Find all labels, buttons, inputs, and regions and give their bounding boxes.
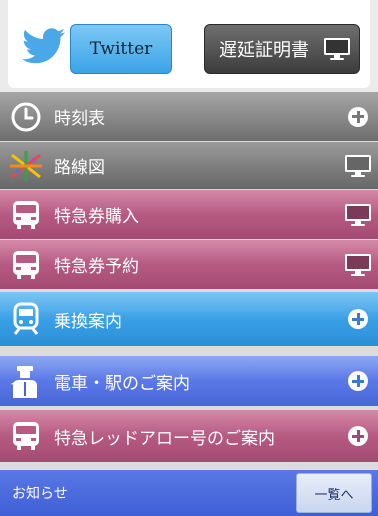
menu-item-label: 特急券購入 [54, 207, 139, 227]
news-bar: お知らせ 一覧へ [0, 470, 378, 516]
view-all-button[interactable]: 一覧へ [296, 473, 372, 513]
menu-item-ticket-purchase[interactable]: 特急券購入 [0, 190, 378, 240]
train-icon [0, 410, 52, 462]
menu-item-label: 乗換案内 [54, 311, 122, 332]
menu-item-transfer-guide[interactable]: 乗換案内 [0, 292, 378, 346]
train-icon [0, 190, 52, 239]
menu-item-route-map[interactable]: 路線図 [0, 142, 378, 190]
header-card: Twitter 遅延証明書 [8, 0, 370, 88]
menu-item-label: 路線図 [54, 158, 105, 178]
clock-icon [0, 92, 52, 141]
expand-plus-icon [348, 371, 368, 391]
pc-monitor-icon [324, 38, 350, 60]
menu-item-label: 特急券予約 [54, 257, 139, 277]
pc-monitor-icon [345, 203, 371, 226]
route-map-icon [0, 142, 52, 189]
menu-item-label: 特急レッドアロー号のご案内 [54, 428, 275, 449]
header-area: Twitter 遅延証明書 [0, 0, 378, 92]
menu-item-label: 時刻表 [54, 109, 105, 129]
station-staff-icon [0, 356, 52, 406]
menu-item-train-station-guide[interactable]: 電車・駅のご案内 [0, 356, 378, 406]
menu-item-timetable[interactable]: 時刻表 [0, 92, 378, 142]
menu-item-red-arrow-guide[interactable]: 特急レッドアロー号のご案内 [0, 410, 378, 462]
pc-monitor-icon [345, 253, 371, 276]
delay-certificate-label: 遅延証明書 [219, 40, 309, 61]
twitter-button[interactable]: Twitter [70, 24, 172, 74]
train-front-icon [0, 292, 52, 346]
expand-plus-icon [348, 106, 368, 127]
expand-plus-icon [348, 426, 368, 446]
twitter-bird-icon [22, 28, 65, 64]
menu-item-ticket-reservation[interactable]: 特急券予約 [0, 240, 378, 290]
menu-item-label: 電車・駅のご案内 [54, 373, 190, 394]
delay-certificate-button[interactable]: 遅延証明書 [204, 24, 360, 74]
news-label: お知らせ [12, 486, 68, 502]
train-icon [0, 240, 52, 289]
expand-plus-icon [348, 309, 368, 329]
pc-monitor-icon [345, 154, 371, 177]
